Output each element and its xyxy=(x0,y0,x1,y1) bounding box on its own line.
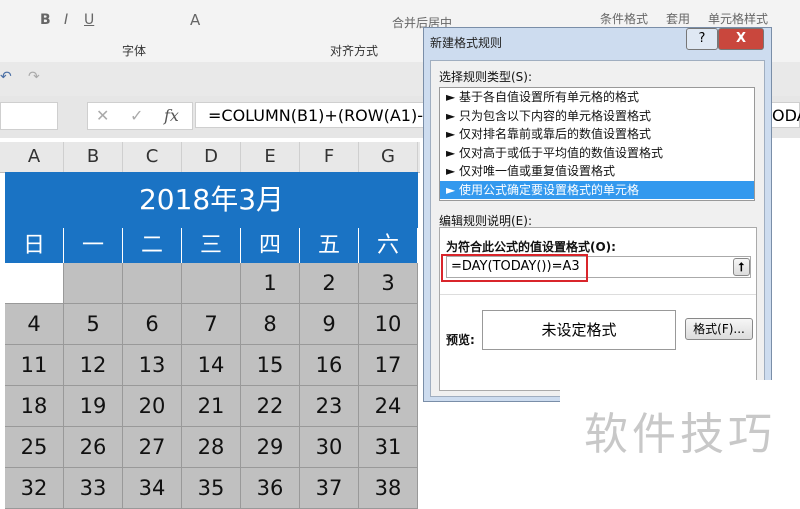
column-header[interactable]: G xyxy=(359,142,418,172)
collapse-icon[interactable]: ⭡ xyxy=(733,258,750,276)
cancel-icon[interactable]: ✕ xyxy=(96,106,109,125)
date-cell[interactable]: 34 xyxy=(123,468,182,509)
format-button[interactable]: 格式(F)... xyxy=(685,318,753,340)
date-cell[interactable]: 35 xyxy=(182,468,241,509)
date-cell[interactable]: 4 xyxy=(5,304,64,345)
font-group-label: 字体 xyxy=(122,44,147,58)
date-cell[interactable]: 11 xyxy=(5,345,64,386)
calendar-title[interactable]: 2018年3月 xyxy=(5,172,418,228)
date-cell[interactable]: 33 xyxy=(64,468,123,509)
weekday-header[interactable]: 三 xyxy=(182,228,241,263)
date-cell[interactable]: 14 xyxy=(182,345,241,386)
date-cell[interactable]: 26 xyxy=(64,427,123,468)
date-cell[interactable]: 8 xyxy=(241,304,300,345)
dialog-title: 新建格式规则 xyxy=(430,36,503,50)
watermark: 软件技巧 xyxy=(560,380,800,500)
date-cell[interactable]: 17 xyxy=(359,345,418,386)
column-headers: A B C D E F G xyxy=(0,142,420,173)
date-cell[interactable]: 10 xyxy=(359,304,418,345)
rule-type-item-selected[interactable]: ► 使用公式确定要设置格式的单元格 xyxy=(440,180,754,199)
date-cell[interactable] xyxy=(64,263,123,304)
align-group-label: 对齐方式 xyxy=(330,44,379,58)
weekday-header[interactable]: 一 xyxy=(64,228,123,263)
weekday-header[interactable]: 六 xyxy=(359,228,418,263)
date-cell[interactable]: 16 xyxy=(300,345,359,386)
column-header[interactable]: D xyxy=(182,142,241,172)
select-type-label: 选择规则类型(S): xyxy=(439,70,533,84)
column-header[interactable]: C xyxy=(123,142,182,172)
date-cell[interactable]: 29 xyxy=(241,427,300,468)
date-cell[interactable]: 1 xyxy=(241,263,300,304)
date-cell[interactable]: 2 xyxy=(300,263,359,304)
rule-type-item[interactable]: ► 基于各自值设置所有单元格的格式 xyxy=(440,88,754,107)
date-cell[interactable]: 24 xyxy=(359,386,418,427)
date-cell[interactable]: 22 xyxy=(241,386,300,427)
fx-icon[interactable]: fx xyxy=(164,106,179,125)
date-cell[interactable]: 31 xyxy=(359,427,418,468)
rule-type-item[interactable]: ► 仅对唯一值或重复值设置格式 xyxy=(440,162,754,181)
date-cell[interactable]: 9 xyxy=(300,304,359,345)
redo-icon[interactable]: ↷ xyxy=(28,69,40,85)
rule-type-item[interactable]: ► 仅对排名靠前或靠后的数值设置格式 xyxy=(440,125,754,144)
weekday-header[interactable]: 四 xyxy=(241,228,300,263)
undo-icon[interactable]: ↶ xyxy=(0,69,12,85)
date-cell[interactable]: 37 xyxy=(300,468,359,509)
rule-type-item[interactable]: ► 只为包含以下内容的单元格设置格式 xyxy=(440,107,754,126)
column-header[interactable]: F xyxy=(300,142,359,172)
divider xyxy=(440,294,756,295)
date-cell[interactable]: 18 xyxy=(5,386,64,427)
date-cell[interactable]: 28 xyxy=(182,427,241,468)
bold-button[interactable]: B xyxy=(40,12,51,28)
help-button[interactable]: ? xyxy=(686,28,718,50)
column-header[interactable]: B xyxy=(64,142,123,172)
close-button[interactable]: X xyxy=(718,28,764,50)
date-cell[interactable]: 7 xyxy=(182,304,241,345)
formula-highlight-box xyxy=(441,254,588,282)
preview-label: 预览: xyxy=(446,333,475,347)
date-cell[interactable]: 32 xyxy=(5,468,64,509)
date-cell[interactable] xyxy=(182,263,241,304)
conditional-format-button[interactable]: 条件格式 xyxy=(600,10,648,27)
date-cell[interactable]: 12 xyxy=(64,345,123,386)
new-format-rule-dialog: 新建格式规则 ? X 选择规则类型(S): ► 基于各自值设置所有单元格的格式 … xyxy=(423,27,772,414)
formula-label: 为符合此公式的值设置格式(O): xyxy=(446,240,616,254)
font-color-button[interactable]: A xyxy=(190,11,200,29)
date-cell[interactable]: 38 xyxy=(359,468,418,509)
rule-description-panel: 为符合此公式的值设置格式(O): =DAY(TODAY())=A3 ⭡ 预览: … xyxy=(439,227,757,391)
formula-buttons: ✕ ✓ fx xyxy=(87,102,193,130)
formula-text: =COLUMN(B1)+(ROW(A1)-1) xyxy=(208,106,440,125)
date-cell[interactable]: 13 xyxy=(123,345,182,386)
date-cell[interactable]: 5 xyxy=(64,304,123,345)
weekday-header[interactable]: 日 xyxy=(5,228,64,263)
date-cell[interactable]: 20 xyxy=(123,386,182,427)
date-cell[interactable]: 6 xyxy=(123,304,182,345)
italic-button[interactable]: I xyxy=(64,12,68,28)
rule-type-item[interactable]: ► 仅对高于或低于平均值的数值设置格式 xyxy=(440,144,754,163)
preview-box: 未设定格式 xyxy=(482,310,676,350)
date-cell[interactable]: 3 xyxy=(359,263,418,304)
date-cell[interactable]: 27 xyxy=(123,427,182,468)
rule-type-list[interactable]: ► 基于各自值设置所有单元格的格式 ► 只为包含以下内容的单元格设置格式 ► 仅… xyxy=(439,87,755,201)
date-cell[interactable]: 19 xyxy=(64,386,123,427)
formula-text-tail: ODAY xyxy=(772,106,800,125)
column-header[interactable]: A xyxy=(5,142,64,172)
weekday-header[interactable]: 五 xyxy=(300,228,359,263)
date-cell[interactable]: 23 xyxy=(300,386,359,427)
watermark-text: 软件技巧 xyxy=(584,409,776,460)
date-cell[interactable]: 21 xyxy=(182,386,241,427)
date-cell[interactable] xyxy=(123,263,182,304)
underline-button[interactable]: U xyxy=(84,12,94,28)
cell-style-button[interactable]: 单元格样式 xyxy=(708,10,768,27)
enter-icon[interactable]: ✓ xyxy=(130,106,143,125)
date-cell[interactable]: 15 xyxy=(241,345,300,386)
weekday-header[interactable]: 二 xyxy=(123,228,182,263)
name-box[interactable] xyxy=(0,102,58,130)
date-cell[interactable] xyxy=(5,263,64,304)
date-cell[interactable]: 36 xyxy=(241,468,300,509)
column-header[interactable]: E xyxy=(241,142,300,172)
date-cell[interactable]: 30 xyxy=(300,427,359,468)
table-format-button[interactable]: 套用 xyxy=(666,10,690,27)
date-cell[interactable]: 25 xyxy=(5,427,64,468)
